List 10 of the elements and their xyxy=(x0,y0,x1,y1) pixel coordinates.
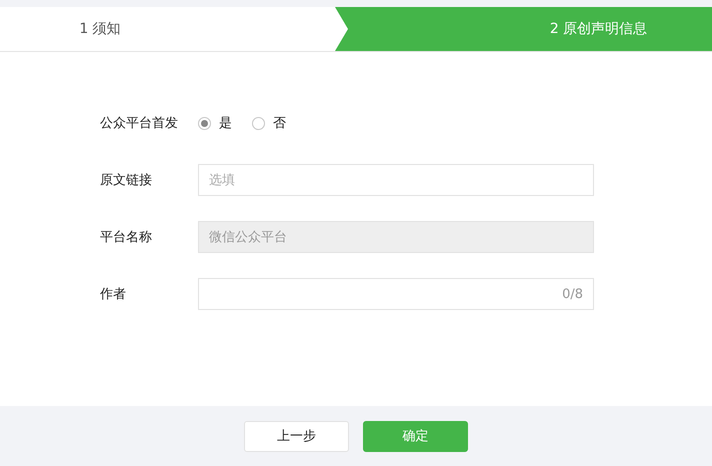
radio-icon[interactable] xyxy=(252,116,265,130)
field-label: 公众平台首发 xyxy=(100,115,179,132)
input-field[interactable]: 选填 xyxy=(198,164,594,196)
back-button[interactable]: 上一步 xyxy=(244,420,349,452)
radio-option[interactable]: 否 xyxy=(252,114,286,132)
radio-option[interactable]: 是 xyxy=(198,114,232,132)
radio-icon[interactable] xyxy=(198,116,211,130)
field-label: 原文链接 xyxy=(100,172,153,189)
field-label: 作者 xyxy=(100,286,127,303)
field-label: 平台名称 xyxy=(100,229,153,246)
